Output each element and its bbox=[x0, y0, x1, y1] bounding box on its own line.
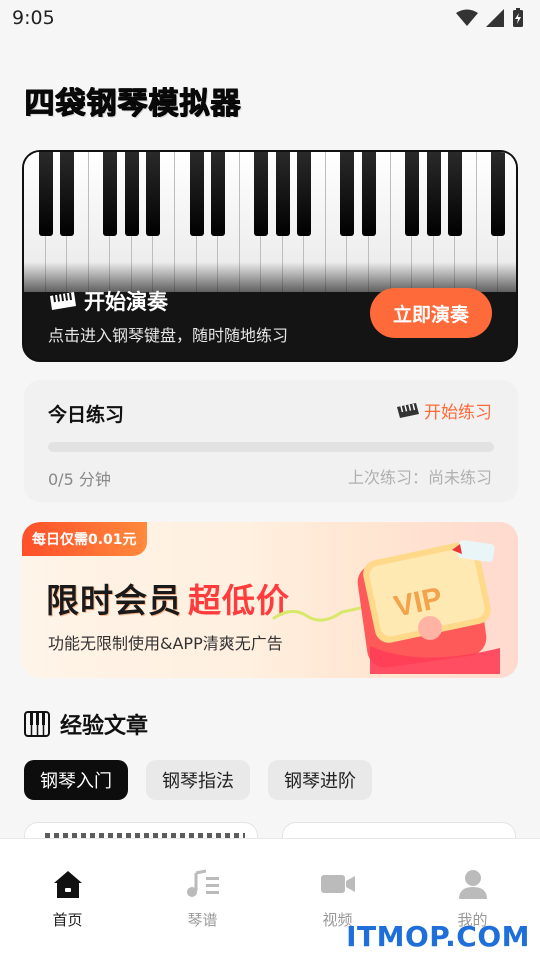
piano-black-key bbox=[362, 152, 377, 236]
keyboard-icon bbox=[50, 292, 76, 310]
app-title: 四袋钢琴模拟器 bbox=[24, 86, 241, 121]
piano-black-key bbox=[124, 152, 139, 236]
piano-black-key bbox=[103, 152, 118, 236]
piano-black-key bbox=[254, 152, 269, 236]
piano-icon bbox=[24, 711, 50, 737]
vip-promo-banner[interactable]: 每日仅需0.01元 限时会员 超低价 功能无限制使用&APP清爽无广告 VIP bbox=[22, 522, 518, 678]
play-now-button[interactable]: 立即演奏 bbox=[370, 288, 492, 338]
articles-section-header: 经验文章 bbox=[24, 708, 148, 740]
piano-black-key bbox=[297, 152, 312, 236]
piano-black-key bbox=[426, 152, 441, 236]
piano-black-key bbox=[405, 152, 420, 236]
tab-piano-basics[interactable]: 钢琴入门 bbox=[24, 760, 128, 800]
nav-home[interactable]: 首页 bbox=[0, 839, 135, 960]
piano-play-card[interactable]: 开始演奏 点击进入钢琴键盘，随时随地练习 立即演奏 bbox=[22, 150, 518, 362]
start-practice-link[interactable]: 开始练习 bbox=[396, 398, 492, 423]
status-icons bbox=[456, 8, 524, 28]
vip-subtitle: 功能无限制使用&APP清爽无广告 bbox=[48, 634, 283, 653]
vip-headline: 限时会员 超低价 bbox=[46, 581, 290, 620]
music-score-icon bbox=[186, 869, 219, 897]
piano-black-key bbox=[146, 152, 161, 236]
battery-icon bbox=[513, 8, 523, 27]
watermark: ITMOP.COM bbox=[346, 920, 530, 953]
piano-black-key bbox=[340, 152, 355, 236]
piano-card-heading: 开始演奏 bbox=[48, 286, 168, 316]
status-bar: 9:05 bbox=[0, 0, 540, 36]
nav-music-scores[interactable]: 琴谱 bbox=[135, 839, 270, 960]
wifi-icon bbox=[456, 9, 478, 26]
piano-card-subtitle: 点击进入钢琴键盘，随时随地练习 bbox=[48, 326, 289, 345]
practice-progress-bar bbox=[48, 442, 494, 452]
article-tabs: 钢琴入门 钢琴指法 钢琴进阶 bbox=[24, 760, 372, 800]
piano-black-key bbox=[189, 152, 204, 236]
keyboard-icon bbox=[397, 402, 419, 418]
signal-icon bbox=[486, 9, 504, 27]
today-practice-card: 今日练习 开始练习 0/5 分钟 上次练习：尚未练习 bbox=[24, 380, 518, 502]
piano-black-key bbox=[275, 152, 290, 236]
practice-title: 今日练习 bbox=[48, 404, 125, 426]
practice-minutes: 0/5 分钟 bbox=[48, 470, 111, 489]
user-icon bbox=[458, 870, 487, 899]
home-icon bbox=[53, 871, 82, 898]
tab-piano-fingering[interactable]: 钢琴指法 bbox=[146, 760, 250, 800]
tab-piano-advanced[interactable]: 钢琴进阶 bbox=[268, 760, 372, 800]
piano-black-key bbox=[491, 152, 506, 236]
video-icon bbox=[320, 875, 355, 893]
piano-black-key bbox=[448, 152, 463, 236]
piano-black-key bbox=[38, 152, 53, 236]
vip-price-tag: 每日仅需0.01元 bbox=[22, 522, 147, 556]
piano-black-key bbox=[60, 152, 75, 236]
last-practice-text: 上次练习：尚未练习 bbox=[347, 468, 492, 487]
status-time: 9:05 bbox=[12, 7, 55, 29]
vip-card-illustration: VIP bbox=[357, 540, 500, 674]
articles-section-title: 经验文章 bbox=[60, 714, 149, 739]
piano-black-key bbox=[211, 152, 226, 236]
